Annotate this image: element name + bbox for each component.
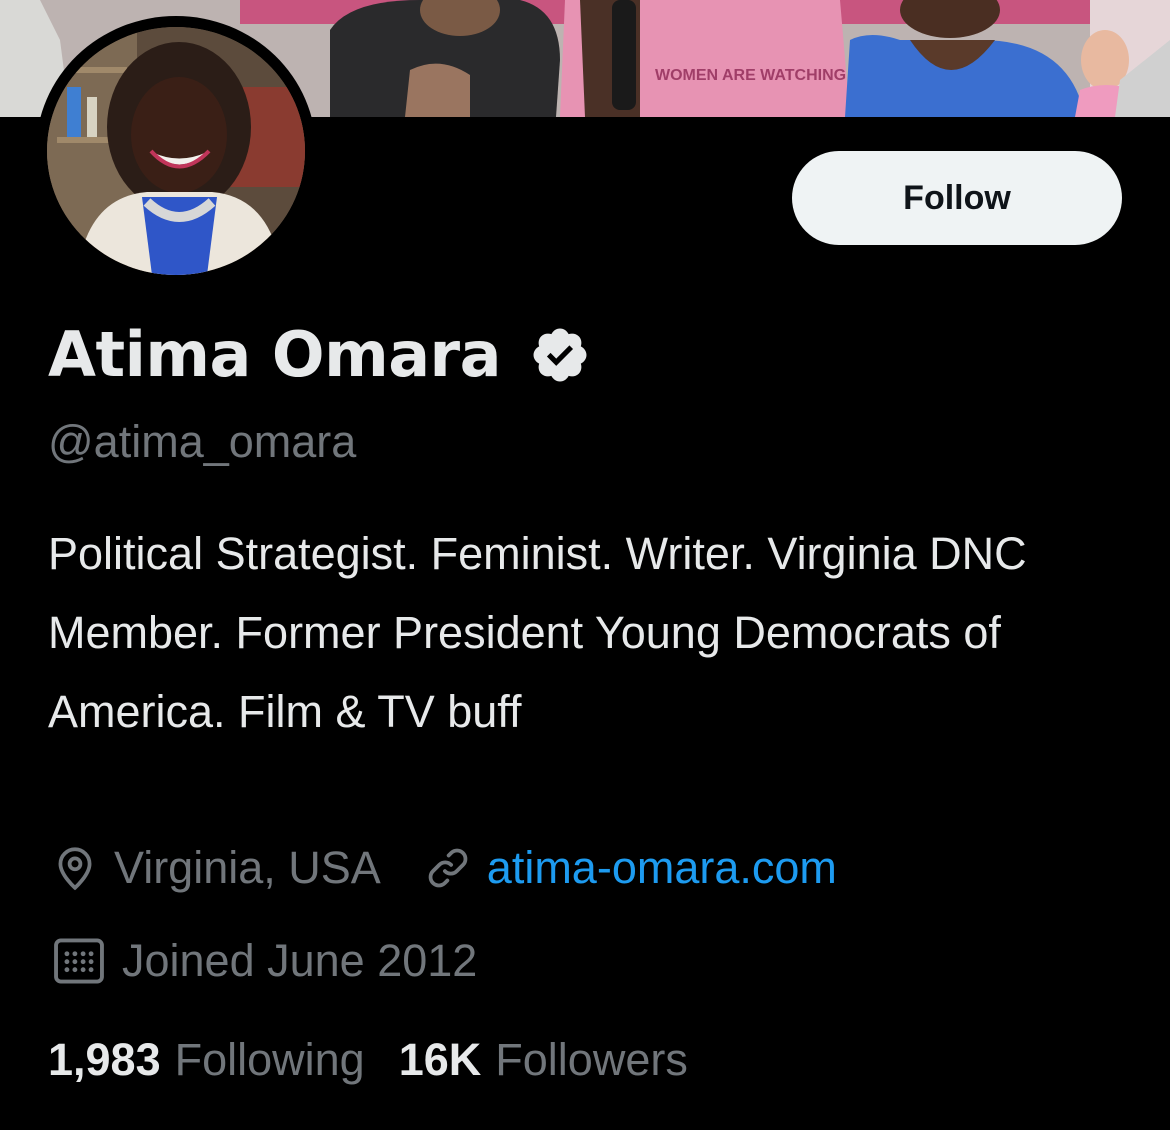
- display-name: Atima Omara: [48, 318, 501, 391]
- banner-sign-text: WOMEN ARE WATCHING: [655, 67, 846, 84]
- link-icon: [428, 848, 468, 888]
- location-text: Virginia, USA: [114, 842, 381, 893]
- profile-avatar[interactable]: [36, 16, 316, 286]
- following-label: Following: [174, 1034, 365, 1085]
- profile-bio: Political Strategist. Feminist. Writer. …: [48, 528, 1027, 737]
- profile-name-row: Atima Omara: [48, 318, 591, 391]
- avatar-photo: [47, 27, 305, 275]
- following-stat[interactable]: 1,983 Following: [48, 1034, 365, 1086]
- following-count: 1,983: [48, 1034, 161, 1085]
- joined-item: Joined June 2012: [50, 932, 477, 990]
- joined-text: Joined June 2012: [122, 935, 478, 986]
- map-pin-icon: [58, 847, 92, 891]
- follow-button[interactable]: Follow: [792, 151, 1122, 245]
- profile-page: WOMEN ARE WATCHING Follow Atima Omara @a…: [0, 0, 1170, 1130]
- profile-stats: 1,983 Following 16K Followers: [48, 1034, 722, 1086]
- location-item: Virginia, USA: [50, 842, 381, 894]
- profile-meta-row: Virginia, USA atima-omara.com: [50, 842, 879, 894]
- verified-badge-icon[interactable]: [529, 324, 591, 386]
- followers-count: 16K: [398, 1034, 482, 1085]
- website-item[interactable]: atima-omara.com: [423, 842, 837, 894]
- followers-label: Followers: [495, 1034, 688, 1085]
- profile-joined-row: Joined June 2012: [50, 932, 519, 990]
- calendar-icon: [54, 938, 104, 984]
- followers-stat[interactable]: 16K Followers: [399, 1034, 688, 1086]
- website-link[interactable]: atima-omara.com: [487, 842, 837, 894]
- profile-handle: @atima_omara: [48, 416, 357, 467]
